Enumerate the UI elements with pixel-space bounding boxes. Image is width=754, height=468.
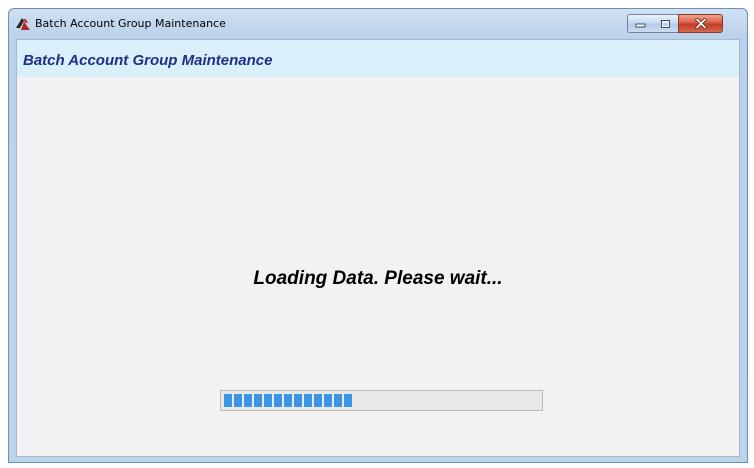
minimize-icon: [635, 23, 646, 27]
close-button[interactable]: [678, 14, 723, 33]
minimize-button[interactable]: [627, 14, 654, 33]
header-band: Batch Account Group Maintenance: [17, 40, 739, 77]
maximize-icon: [661, 19, 670, 28]
window-title: Batch Account Group Maintenance: [35, 17, 226, 30]
loading-message: Loading Data. Please wait...: [253, 268, 503, 289]
progress-bar: [220, 390, 543, 411]
progress-fill: [224, 394, 352, 407]
client-area: Batch Account Group Maintenance Loading …: [16, 39, 740, 457]
app-logo-icon[interactable]: [15, 16, 31, 32]
page-title: Batch Account Group Maintenance: [23, 52, 273, 69]
maximize-button[interactable]: [653, 14, 679, 33]
close-icon: [694, 18, 707, 29]
app-window: Batch Account Group Maintenance Batch Ac…: [8, 8, 748, 463]
title-bar[interactable]: Batch Account Group Maintenance: [9, 9, 747, 39]
